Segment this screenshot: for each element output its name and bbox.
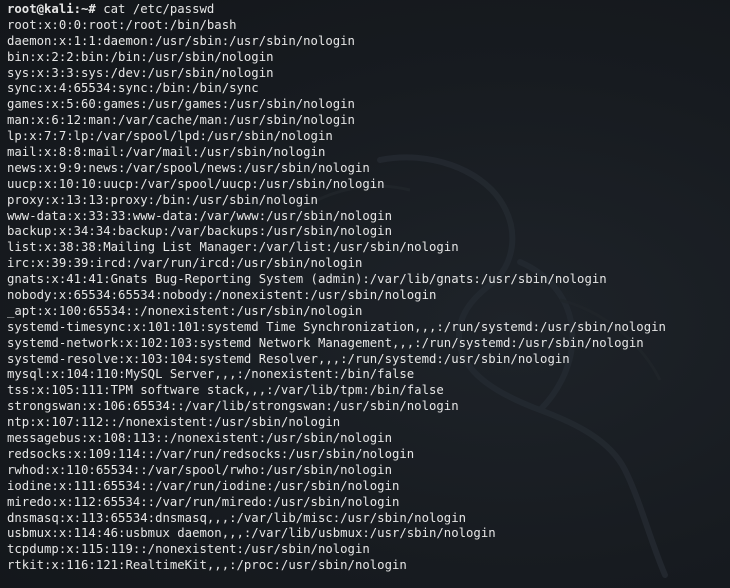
output-line: ntp:x:107:112::/nonexistent:/usr/sbin/no… [7,415,341,430]
output-line: tss:x:105:111:TPM software stack,,,:/var… [7,383,444,398]
output-line: systemd-timesync:x:101:101:systemd Time … [7,319,666,334]
output-line: iodine:x:111:65534::/var/run/iodine:/usr… [7,478,400,493]
terminal-window[interactable]: root@kali:~# cat /etc/passwd root:x:0:0:r… [0,0,730,588]
output-line: mail:x:8:8:mail:/var/mail:/usr/sbin/nolo… [7,145,326,160]
output-line: gnats:x:41:41:Gnats Bug-Reporting System… [7,272,607,287]
output-line: messagebus:x:108:113::/nonexistent:/usr/… [7,431,392,446]
output-line: sync:x:4:65534:sync:/bin:/bin/sync [7,81,259,96]
output-line: backup:x:34:34:backup:/var/backups:/usr/… [7,224,392,239]
output-line: redsocks:x:109:114::/var/run/redsocks:/u… [7,446,415,461]
output-line: list:x:38:38:Mailing List Manager:/var/l… [7,240,459,255]
output-line: mysql:x:104:110:MySQL Server,,,:/nonexis… [7,367,415,382]
command-text: cat /etc/passwd [103,2,215,16]
output-line: _apt:x:100:65534::/nonexistent:/usr/sbin… [7,303,363,318]
output-line: irc:x:39:39:ircd:/var/run/ircd:/usr/sbin… [7,256,363,271]
output-line: www-data:x:33:33:www-data:/var/www:/usr/… [7,208,392,223]
output-line: systemd-network:x:102:103:systemd Networ… [7,335,644,350]
output-line: games:x:5:60:games:/usr/games:/usr/sbin/… [7,97,355,112]
output-line: uucp:x:10:10:uucp:/var/spool/uucp:/usr/s… [7,176,385,191]
output-line: sys:x:3:3:sys:/dev:/usr/sbin/nologin [7,65,274,80]
output-line: man:x:6:12:man:/var/cache/man:/usr/sbin/… [7,113,355,128]
shell-prompt: root@kali:~# [7,2,96,16]
prompt-line: root@kali:~# cat /etc/passwd [7,2,666,18]
output-line: root:x:0:0:root:/root:/bin/bash [7,17,237,32]
output-line: rwhod:x:110:65534::/var/spool/rwho:/usr/… [7,462,392,477]
output-line: lp:x:7:7:lp:/var/spool/lpd:/usr/sbin/nol… [7,129,333,144]
output-line: rtkit:x:116:121:RealtimeKit,,,:/proc:/us… [7,558,407,573]
output-line: proxy:x:13:13:proxy:/bin:/usr/sbin/nolog… [7,192,318,207]
output-line: bin:x:2:2:bin:/bin:/usr/sbin/nologin [7,49,274,64]
terminal-output: root@kali:~# cat /etc/passwd root:x:0:0:r… [7,2,666,574]
output-line: daemon:x:1:1:daemon:/usr/sbin:/usr/sbin/… [7,33,355,48]
output-line: tcpdump:x:115:119::/nonexistent:/usr/sbi… [7,542,370,557]
output-line: news:x:9:9:news:/var/spool/news:/usr/sbi… [7,160,370,175]
output-line: systemd-resolve:x:103:104:systemd Resolv… [7,351,570,366]
output-line: dnsmasq:x:113:65534:dnsmasq,,,:/var/lib/… [7,510,467,525]
output-line: usbmux:x:114:46:usbmux daemon,,,:/var/li… [7,526,496,541]
output-lines: root:x:0:0:root:/root:/bin/bash daemon:x:… [7,18,666,574]
output-line: strongswan:x:106:65534::/var/lib/strongs… [7,399,459,414]
output-line: miredo:x:112:65534::/var/run/miredo:/usr… [7,494,400,509]
output-line: nobody:x:65534:65534:nobody:/nonexistent… [7,288,437,303]
